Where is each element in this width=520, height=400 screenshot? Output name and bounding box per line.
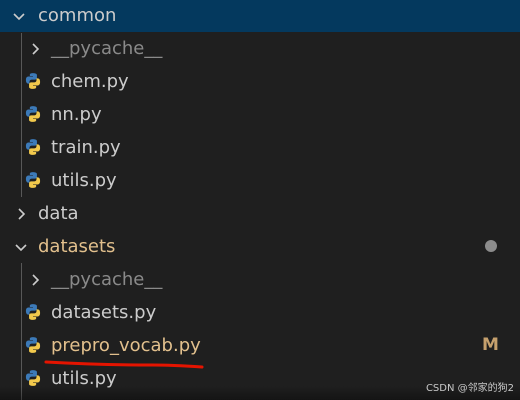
- file-nn-py[interactable]: nn.py: [0, 98, 520, 131]
- chevron-down-icon[interactable]: [9, 6, 29, 26]
- python-file-icon: [25, 73, 41, 89]
- file-label: datasets.py: [51, 302, 157, 323]
- file-chem-py[interactable]: chem.py: [0, 65, 520, 98]
- folder-data[interactable]: data: [0, 197, 520, 230]
- chevron-right-icon[interactable]: [25, 39, 45, 59]
- git-modified-badge: M: [482, 335, 499, 355]
- file-train-py[interactable]: train.py: [0, 131, 520, 164]
- file-explorer: common __pycache__ chem.py nn.py train.p…: [0, 0, 520, 400]
- python-file-icon: [25, 370, 41, 386]
- folder-common[interactable]: common: [0, 0, 520, 32]
- folder-label: datasets: [38, 236, 116, 257]
- folder-pycache[interactable]: __pycache__: [0, 32, 520, 65]
- chevron-right-icon[interactable]: [25, 270, 45, 290]
- python-file-icon: [25, 139, 41, 155]
- modified-dot-icon: [485, 240, 497, 252]
- file-label: chem.py: [51, 71, 129, 92]
- watermark: CSDN @邻家的狗2: [425, 383, 514, 394]
- file-utils-py[interactable]: utils.py: [0, 164, 520, 197]
- folder-datasets[interactable]: datasets: [0, 230, 520, 263]
- file-datasets-py[interactable]: datasets.py: [0, 296, 520, 329]
- python-file-icon: [25, 172, 41, 188]
- chevron-down-icon[interactable]: [11, 237, 31, 257]
- file-label: train.py: [51, 137, 121, 158]
- folder-label: __pycache__: [51, 38, 163, 59]
- folder-label: common: [38, 5, 117, 26]
- python-file-icon: [25, 106, 41, 122]
- chevron-right-icon[interactable]: [11, 204, 31, 224]
- python-file-icon: [25, 337, 41, 353]
- folder-label: __pycache__: [51, 269, 163, 290]
- folder-label: data: [38, 203, 79, 224]
- file-label: nn.py: [51, 104, 102, 125]
- file-label: utils.py: [51, 170, 117, 191]
- folder-pycache[interactable]: __pycache__: [0, 263, 520, 296]
- python-file-icon: [25, 304, 41, 320]
